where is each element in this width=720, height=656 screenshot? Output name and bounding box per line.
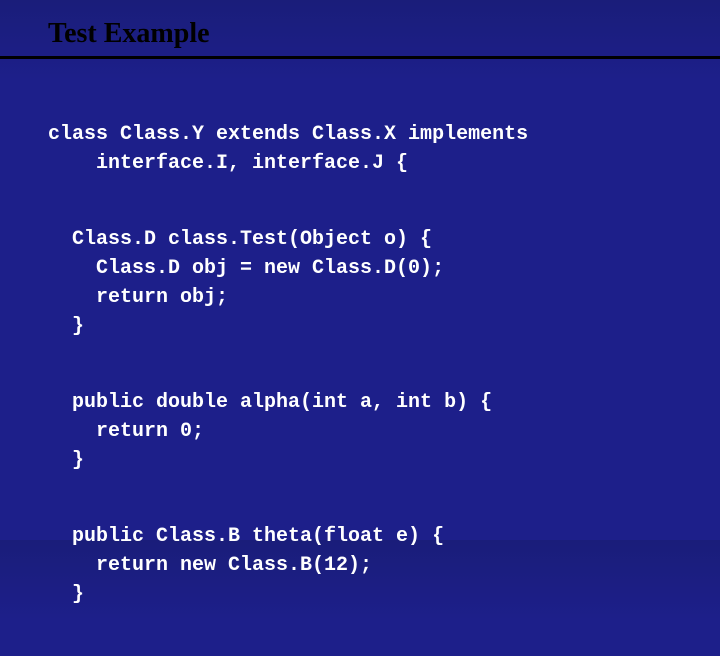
code-line: return obj; (48, 286, 228, 309)
method-alpha: public double alpha(int a, int b) { retu… (48, 388, 720, 475)
code-line: return 0; (48, 420, 204, 443)
method-classTest: Class.D class.Test(Object o) { Class.D o… (48, 225, 720, 341)
code-line: return new Class.B(12); (48, 554, 372, 577)
class-declaration: class Class.Y extends Class.X implements… (48, 120, 720, 178)
code-line: } (48, 315, 84, 338)
slide-title: Test Example (48, 18, 720, 50)
code-line: } (48, 449, 84, 472)
code-line: class Class.Y extends Class.X implements (48, 123, 528, 146)
code-line: interface.I, interface.J { (48, 152, 408, 175)
code-line: } (48, 583, 84, 606)
code-line: public double alpha(int a, int b) { (48, 391, 492, 414)
method-theta: public Class.B theta(float e) { return n… (48, 522, 720, 609)
code-line: public Class.B theta(float e) { (48, 525, 444, 548)
code-line: Class.D obj = new Class.D(0); (48, 257, 444, 280)
code-content: class Class.Y extends Class.X implements… (0, 59, 720, 656)
slide-header: Test Example (0, 0, 720, 59)
code-line: Class.D class.Test(Object o) { (48, 228, 432, 251)
